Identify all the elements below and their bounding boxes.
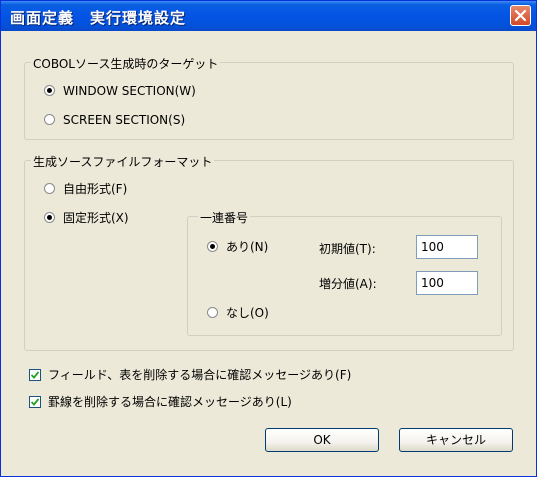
- sequence-on-label: あり(N): [226, 240, 269, 254]
- close-button[interactable]: [510, 5, 531, 26]
- cancel-button[interactable]: キャンセル: [399, 428, 513, 452]
- ok-button[interactable]: OK: [265, 428, 379, 452]
- source-format-group: 生成ソースファイルフォーマット 自由形式(F) 固定形式(X) 一連番号 あり(…: [24, 153, 514, 351]
- sequence-on-radio-button[interactable]: [207, 241, 218, 252]
- sequence-off-radio-button[interactable]: [207, 307, 218, 318]
- cobol-target-legend: COBOLソース生成時のターゲット: [31, 55, 221, 72]
- free-format-label: 自由形式(F): [63, 182, 128, 196]
- source-format-legend: 生成ソースファイルフォーマット: [31, 153, 215, 170]
- sequence-off-label: なし(O): [226, 306, 269, 320]
- increment-value-label: 増分値(A):: [319, 277, 377, 291]
- confirm-delete-field-box[interactable]: [29, 369, 41, 381]
- fixed-format-label: 固定形式(X): [63, 211, 129, 225]
- window-section-radio-button[interactable]: [44, 85, 55, 96]
- confirm-delete-field-label: フィールド、表を削除する場合に確認メッセージあり(F): [48, 368, 352, 382]
- window-title: 画面定義 実行環境設定: [10, 9, 187, 27]
- screen-section-label: SCREEN SECTION(S): [63, 113, 186, 127]
- confirm-delete-line-box[interactable]: [29, 396, 41, 408]
- dialog-window: 画面定義 実行環境設定 COBOLソース生成時のターゲット WINDOW SEC…: [0, 0, 537, 477]
- cobol-target-group: COBOLソース生成時のターゲット WINDOW SECTION(W) SCRE…: [24, 55, 514, 140]
- free-format-radio-button[interactable]: [44, 183, 55, 194]
- initial-value-label: 初期値(T):: [319, 242, 376, 256]
- confirm-delete-line-label: 罫線を削除する場合に確認メッセージあり(L): [48, 395, 292, 409]
- checkmark-icon: [31, 398, 39, 406]
- window-section-label: WINDOW SECTION(W): [63, 84, 196, 98]
- close-icon: [514, 9, 527, 22]
- fixed-format-radio-button[interactable]: [44, 212, 55, 223]
- checkmark-icon: [31, 371, 39, 379]
- sequence-number-legend: 一連番号: [198, 209, 251, 226]
- sequence-number-group: 一連番号 あり(N) 初期値(T): 100 増分値(A): 100 なし(O): [187, 209, 502, 336]
- title-bar[interactable]: 画面定義 実行環境設定: [1, 1, 536, 31]
- increment-value-input[interactable]: 100: [416, 271, 478, 295]
- screen-section-radio-button[interactable]: [44, 114, 55, 125]
- initial-value-input[interactable]: 100: [416, 235, 478, 259]
